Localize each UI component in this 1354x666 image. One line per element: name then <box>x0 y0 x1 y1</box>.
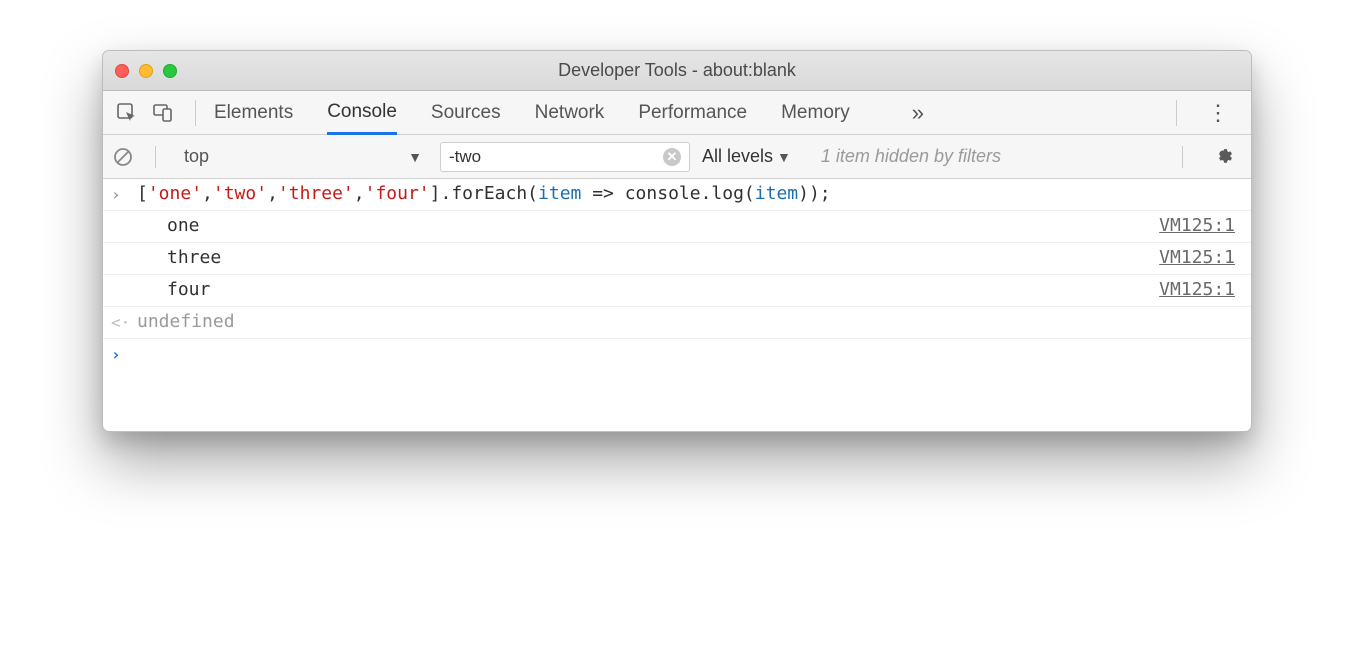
window-traffic-lights <box>115 64 177 78</box>
window-title: Developer Tools - about:blank <box>103 60 1251 81</box>
console-prompt[interactable]: › <box>103 339 1251 371</box>
return-value: undefined <box>137 311 1241 332</box>
minimize-window-button[interactable] <box>139 64 153 78</box>
console-input-echo: › ['one','two','three','four'].forEach(i… <box>103 179 1251 211</box>
levels-label: All levels <box>702 146 773 167</box>
tab-console[interactable]: Console <box>327 92 397 135</box>
log-levels-selector[interactable]: All levels ▼ <box>702 146 791 167</box>
console-return-row: <· undefined <box>103 307 1251 339</box>
console-log-row: oneVM125:1 <box>103 211 1251 243</box>
context-label: top <box>184 146 209 167</box>
close-window-button[interactable] <box>115 64 129 78</box>
separator <box>155 146 156 168</box>
return-marker-icon: <· <box>111 311 137 332</box>
log-message: one <box>137 215 1159 236</box>
separator <box>195 100 196 126</box>
clear-console-icon[interactable] <box>113 147 133 167</box>
chevron-down-icon: ▼ <box>408 149 422 165</box>
log-source-link[interactable]: VM125:1 <box>1159 247 1241 268</box>
log-gutter <box>111 215 137 217</box>
devtools-tabbar: Elements Console Sources Network Perform… <box>103 91 1251 135</box>
separator <box>1176 100 1177 126</box>
log-message: three <box>137 247 1159 268</box>
console-log-row: fourVM125:1 <box>103 275 1251 307</box>
tab-memory[interactable]: Memory <box>781 91 850 134</box>
window-titlebar: Developer Tools - about:blank <box>103 51 1251 91</box>
log-gutter <box>111 247 137 249</box>
chevron-down-icon: ▼ <box>777 149 791 165</box>
more-tabs-icon[interactable]: » <box>912 100 924 126</box>
devtools-menu-icon[interactable]: ⋮ <box>1195 100 1241 126</box>
input-marker-icon: › <box>111 183 137 204</box>
console-code: ['one','two','three','four'].forEach(ite… <box>137 183 1241 204</box>
tab-network[interactable]: Network <box>535 91 605 134</box>
log-message: four <box>137 279 1159 300</box>
console-blank-area[interactable] <box>103 371 1251 431</box>
inspect-element-icon[interactable] <box>113 99 141 127</box>
log-source-link[interactable]: VM125:1 <box>1159 215 1241 236</box>
filter-value: -two <box>449 147 481 167</box>
devtools-window: Developer Tools - about:blank Elements C… <box>102 50 1252 432</box>
maximize-window-button[interactable] <box>163 64 177 78</box>
console-log-row: threeVM125:1 <box>103 243 1251 275</box>
log-gutter <box>111 279 137 281</box>
console-settings-icon[interactable] <box>1205 144 1241 169</box>
tab-elements[interactable]: Elements <box>214 91 293 134</box>
tabs-container: Elements Console Sources Network Perform… <box>214 91 924 134</box>
clear-filter-icon[interactable]: ✕ <box>663 148 681 166</box>
separator <box>1182 146 1183 168</box>
device-toggle-icon[interactable] <box>149 99 177 127</box>
log-source-link[interactable]: VM125:1 <box>1159 279 1241 300</box>
console-filter-input[interactable]: -two ✕ <box>440 142 690 172</box>
prompt-marker-icon: › <box>111 343 137 364</box>
console-toolbar: top ▼ -two ✕ All levels ▼ 1 item hidden … <box>103 135 1251 179</box>
hidden-by-filters-message: 1 item hidden by filters <box>821 146 1001 167</box>
tab-performance[interactable]: Performance <box>638 91 747 134</box>
tab-sources[interactable]: Sources <box>431 91 501 134</box>
console-output: › ['one','two','three','four'].forEach(i… <box>103 179 1251 431</box>
execution-context-selector[interactable]: top ▼ <box>178 144 428 169</box>
